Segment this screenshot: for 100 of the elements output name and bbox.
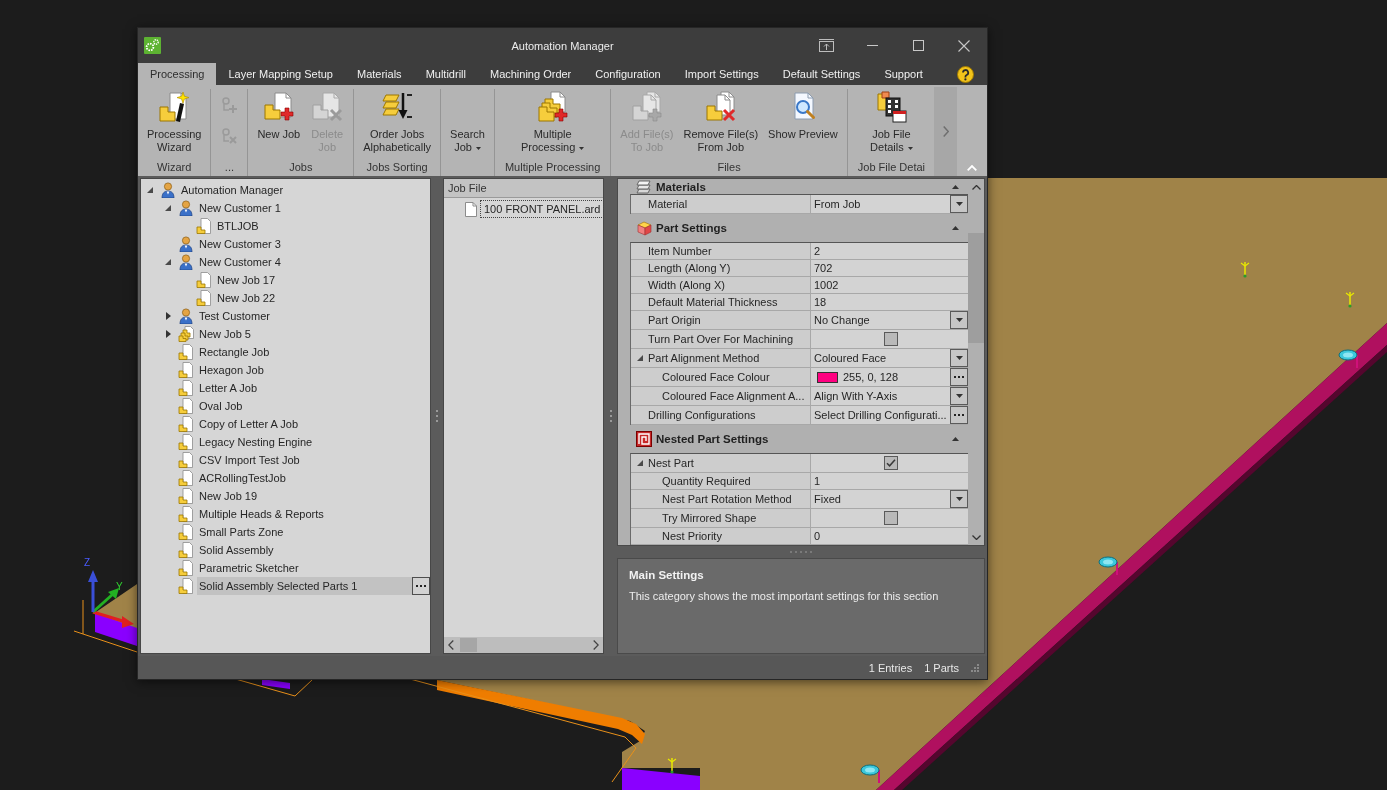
property-value: 18	[814, 296, 828, 308]
ribbon-button[interactable]: Multiple Processing	[515, 91, 590, 154]
tree-item[interactable]: Oval Job	[197, 397, 245, 415]
tree-item[interactable]: Parametric Sketcher	[197, 559, 301, 577]
property-label: Nest Part Rotation Method	[662, 493, 792, 505]
ribbon-tab[interactable]: Processing	[138, 63, 217, 85]
ribbon-button[interactable]: Remove File(s) From Job	[678, 91, 764, 154]
tree-item[interactable]: New Customer 3	[197, 235, 283, 253]
tree-item[interactable]: Letter A Job	[197, 379, 260, 397]
document-folder-icon	[178, 506, 194, 522]
tree-item[interactable]: Small Parts Zone	[197, 523, 286, 541]
document-folder-icon	[178, 344, 194, 360]
tree-item[interactable]: Legacy Nesting Engine	[197, 433, 315, 451]
ribbon-button[interactable]: Search Job	[445, 91, 490, 154]
horizontal-scrollbar[interactable]	[444, 637, 603, 653]
ribbon-group-label: Job File Detai	[856, 160, 927, 175]
tree-item[interactable]: BTLJOB	[215, 217, 261, 235]
scrollbar-thumb[interactable]	[460, 638, 477, 652]
checkbox[interactable]	[884, 332, 898, 346]
person-icon	[178, 236, 194, 252]
more-button[interactable]	[412, 577, 430, 595]
stacked-folders-icon	[178, 326, 194, 342]
scrollbar-thumb[interactable]	[968, 233, 984, 343]
stacked-folders-plus-icon	[536, 91, 569, 123]
property-label: Quantity Required	[662, 475, 751, 487]
tree-item[interactable]: CSV Import Test Job	[197, 451, 302, 469]
dropdown-button[interactable]	[950, 311, 968, 329]
ribbon-tab[interactable]: Multidrill	[413, 63, 478, 85]
property-label: Nest Part	[648, 457, 694, 469]
ribbon-group-label: Multiple Processing	[503, 160, 602, 175]
ribbon-tab[interactable]: Import Settings	[672, 63, 771, 85]
person-icon	[160, 182, 176, 198]
collapse-ribbon-button[interactable]	[967, 165, 977, 171]
help-button[interactable]	[957, 65, 974, 83]
ribbon-tab[interactable]: Support	[872, 63, 935, 85]
ribbon-tab[interactable]: Materials	[345, 63, 414, 85]
description-title: Main Settings	[629, 569, 705, 581]
property-label: Nest Priority	[662, 530, 722, 542]
property-value: 0	[814, 530, 822, 542]
checkbox[interactable]	[884, 511, 898, 525]
document-plus-icon	[262, 91, 295, 123]
tree-item[interactable]: Test Customer	[197, 307, 272, 325]
dropdown-button[interactable]	[950, 387, 968, 405]
tree-item[interactable]: Solid Assembly	[197, 541, 276, 559]
property-label: Default Material Thickness	[648, 296, 778, 308]
part-side-face	[262, 679, 290, 689]
dropdown-button[interactable]	[950, 349, 968, 367]
caret-down-icon	[955, 394, 963, 398]
ribbon-button[interactable]: Order Jobs Alphabetically	[358, 91, 437, 154]
maximize-icon	[912, 40, 924, 51]
caret-down-icon	[955, 497, 963, 501]
ribbon-tab[interactable]: Layer Mapping Setup	[216, 63, 345, 85]
document-folder-icon	[178, 398, 194, 414]
ribbon-button[interactable]: Processing Wizard	[142, 91, 207, 154]
file-item[interactable]: 100 FRONT PANEL.ard	[480, 200, 605, 218]
close-icon	[958, 39, 970, 52]
ribbon-group-label: ...	[223, 160, 235, 175]
ribbon-button[interactable]: Job File Details	[865, 91, 918, 154]
tree-item[interactable]: Multiple Heads & Reports	[197, 505, 326, 523]
ribbon-button[interactable]: New Job	[252, 91, 306, 141]
dropdown-button[interactable]	[950, 195, 968, 213]
property-label: Try Mirrored Shape	[662, 512, 757, 524]
outline-path	[73, 599, 138, 653]
tree-item[interactable]: Hexagon Job	[197, 361, 266, 379]
pin-marker	[1345, 291, 1355, 308]
tree-item[interactable]: New Job 5	[197, 325, 253, 343]
caret-down-icon	[955, 202, 963, 206]
tree-item[interactable]: New Customer 4	[197, 253, 283, 271]
ribbon-tab[interactable]: Configuration	[583, 63, 673, 85]
ribbon-tab[interactable]: Machining Order	[477, 63, 584, 85]
tree-item[interactable]: New Job 17	[215, 271, 278, 289]
property-label: Coloured Face Alignment A...	[662, 390, 805, 402]
person-icon	[178, 308, 194, 324]
help-icon	[957, 65, 974, 83]
chevron-up-icon	[971, 184, 981, 190]
document-folder-icon	[178, 452, 194, 468]
tree-item[interactable]: New Job 22	[215, 289, 278, 307]
tree-item[interactable]: Solid Assembly Selected Parts 1	[197, 577, 412, 595]
tree-item[interactable]: New Customer 1	[197, 199, 283, 217]
property-value: 2	[814, 245, 822, 257]
tree-item[interactable]: Automation Manager	[179, 181, 286, 199]
window-title: Automation Manager	[511, 39, 614, 52]
property-value: Select Drilling Configurati...	[814, 409, 948, 421]
tree-item[interactable]: Rectangle Job	[197, 343, 272, 361]
checkbox[interactable]	[884, 456, 898, 470]
tree-item[interactable]: Copy of Letter A Job	[197, 415, 301, 433]
tree-item[interactable]: New Job 19	[197, 487, 260, 505]
ribbon-tab[interactable]: Default Settings	[770, 63, 873, 85]
splitter-grip[interactable]	[609, 410, 612, 422]
axis-label: Y	[116, 581, 123, 592]
more-button[interactable]	[950, 368, 968, 386]
document-icon	[465, 201, 477, 217]
wand-document-icon	[158, 91, 191, 123]
ribbon-button[interactable]: Show Preview	[763, 91, 843, 141]
dropdown-button[interactable]	[950, 490, 968, 508]
section-title: Nested Part Settings	[656, 433, 769, 445]
column-header[interactable]: Job File	[444, 179, 603, 198]
tree-item[interactable]: ACRollingTestJob	[197, 469, 288, 487]
more-button[interactable]	[950, 406, 968, 424]
document-folder-icon	[178, 470, 194, 486]
